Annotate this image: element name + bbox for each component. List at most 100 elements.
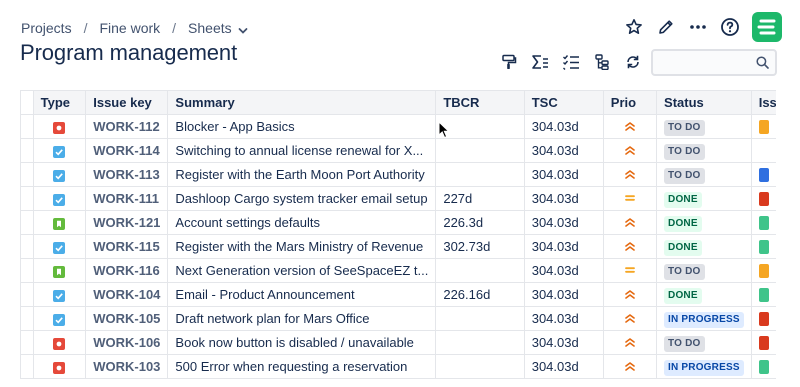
row-gutter[interactable] — [20, 210, 34, 235]
type-cell[interactable] — [32, 138, 87, 163]
prio-cell[interactable] — [602, 354, 658, 379]
type-cell[interactable] — [32, 282, 87, 307]
status-cell[interactable]: DONE — [656, 234, 752, 259]
status-cell[interactable]: TO DO — [656, 138, 752, 163]
type-cell[interactable] — [32, 114, 87, 139]
tsc-cell[interactable]: 304.03d — [523, 354, 604, 379]
tsc-cell[interactable]: 304.03d — [523, 186, 604, 211]
status-cell[interactable]: TO DO — [656, 162, 752, 187]
column-header-issue-key[interactable]: Issue key — [85, 90, 169, 115]
issue-key-cell[interactable]: WORK-115 — [85, 234, 169, 259]
tbcr-cell[interactable]: 226.3d — [435, 210, 525, 235]
summary-cell[interactable]: Switching to annual license renewal for … — [167, 138, 437, 163]
status-cell[interactable]: TO DO — [656, 330, 752, 355]
table-row[interactable]: WORK-116 Next Generation version of SeeSp… — [20, 258, 800, 283]
prio-cell[interactable] — [602, 186, 658, 211]
tsc-cell[interactable]: 304.03d — [523, 210, 604, 235]
tsc-cell[interactable]: 304.03d — [523, 234, 604, 259]
table-row[interactable]: WORK-112 Blocker - App Basics 304.03d TO DO — [20, 114, 800, 139]
issue-key-cell[interactable]: WORK-104 — [85, 282, 169, 307]
row-gutter[interactable] — [20, 306, 34, 331]
column-header-prio[interactable]: Prio — [602, 90, 658, 115]
prio-cell[interactable] — [602, 210, 658, 235]
tsc-cell[interactable]: 304.03d — [523, 114, 604, 139]
search-icon[interactable] — [756, 56, 769, 74]
table-row[interactable]: WORK-111 Dashloop Cargo system tracker em… — [20, 186, 800, 211]
prio-cell[interactable] — [602, 234, 658, 259]
prio-cell[interactable] — [602, 138, 658, 163]
prio-cell[interactable] — [602, 306, 658, 331]
column-header-summary[interactable]: Summary — [167, 90, 437, 115]
issue-key-cell[interactable]: WORK-105 — [85, 306, 169, 331]
row-gutter[interactable] — [20, 138, 34, 163]
tbcr-cell[interactable] — [435, 330, 525, 355]
status-cell[interactable]: IN PROGRESS — [656, 354, 752, 379]
table-row[interactable]: WORK-104 Email - Product Announcement 226.… — [20, 282, 800, 307]
column-header-type[interactable]: Type — [32, 90, 87, 115]
table-row[interactable]: WORK-114 Switching to annual license rene… — [20, 138, 800, 163]
prio-cell[interactable] — [602, 330, 658, 355]
format-painter-icon[interactable] — [498, 51, 520, 73]
summary-cell[interactable]: Next Generation version of SeeSpaceEZ t.… — [167, 258, 437, 283]
tsc-cell[interactable]: 304.03d — [523, 306, 604, 331]
summary-cell[interactable]: Dashloop Cargo system tracker email setu… — [167, 186, 437, 211]
issue-key-cell[interactable]: WORK-111 — [85, 186, 169, 211]
issue-key-cell[interactable]: WORK-116 — [85, 258, 169, 283]
status-cell[interactable]: DONE — [656, 186, 752, 211]
checklist-icon[interactable] — [560, 51, 582, 73]
prio-cell[interactable] — [602, 258, 658, 283]
issue-key-cell[interactable]: WORK-103 — [85, 354, 169, 379]
prio-cell[interactable] — [602, 114, 658, 139]
row-gutter[interactable] — [20, 114, 34, 139]
row-gutter[interactable] — [20, 330, 34, 355]
table-row[interactable]: WORK-113 Register with the Earth Moon Por… — [20, 162, 800, 187]
breadcrumb-fine-work[interactable]: Fine work — [99, 20, 160, 36]
breadcrumb-sheets[interactable]: Sheets — [188, 20, 232, 36]
status-cell[interactable]: DONE — [656, 282, 752, 307]
type-cell[interactable] — [32, 330, 87, 355]
tbcr-cell[interactable] — [435, 354, 525, 379]
type-cell[interactable] — [32, 354, 87, 379]
row-gutter[interactable] — [20, 162, 34, 187]
type-cell[interactable] — [32, 186, 87, 211]
search-input[interactable] — [653, 51, 753, 74]
status-cell[interactable]: DONE — [656, 210, 752, 235]
summary-cell[interactable]: Blocker - App Basics — [167, 114, 437, 139]
issue-key-cell[interactable]: WORK-112 — [85, 114, 169, 139]
search-field[interactable] — [651, 49, 777, 76]
edit-icon[interactable] — [654, 15, 678, 39]
help-icon[interactable] — [718, 15, 742, 39]
issue-key-cell[interactable]: WORK-113 — [85, 162, 169, 187]
tbcr-cell[interactable] — [435, 306, 525, 331]
column-header-status[interactable]: Status — [656, 90, 752, 115]
row-gutter[interactable] — [20, 354, 34, 379]
tbcr-cell[interactable]: 302.73d — [435, 234, 525, 259]
sum-icon[interactable] — [529, 51, 551, 73]
summary-cell[interactable]: Register with the Mars Ministry of Reven… — [167, 234, 437, 259]
row-gutter[interactable] — [20, 234, 34, 259]
tbcr-cell[interactable]: 226.16d — [435, 282, 525, 307]
table-row[interactable]: WORK-106 Book now button is disabled / un… — [20, 330, 800, 355]
prio-cell[interactable] — [602, 282, 658, 307]
issue-key-cell[interactable]: WORK-121 — [85, 210, 169, 235]
tsc-cell[interactable]: 304.03d — [523, 138, 604, 163]
more-icon[interactable] — [686, 15, 710, 39]
tsc-cell[interactable]: 304.03d — [523, 282, 604, 307]
hierarchy-icon[interactable] — [591, 51, 613, 73]
table-row[interactable]: WORK-105 Draft network plan for Mars Offi… — [20, 306, 800, 331]
summary-cell[interactable]: Email - Product Announcement — [167, 282, 437, 307]
row-gutter[interactable] — [20, 282, 34, 307]
summary-cell[interactable]: Draft network plan for Mars Office — [167, 306, 437, 331]
app-logo[interactable] — [752, 12, 782, 42]
breadcrumb-projects[interactable]: Projects — [21, 20, 72, 36]
summary-cell[interactable]: 500 Error when requesting a reservation — [167, 354, 437, 379]
tsc-cell[interactable]: 304.03d — [523, 330, 604, 355]
column-header-tsc[interactable]: TSC — [523, 90, 604, 115]
summary-cell[interactable]: Account settings defaults — [167, 210, 437, 235]
type-cell[interactable] — [32, 306, 87, 331]
table-row[interactable]: WORK-103 500 Error when requesting a rese… — [20, 354, 800, 379]
tbcr-cell[interactable] — [435, 258, 525, 283]
status-cell[interactable]: TO DO — [656, 258, 752, 283]
row-gutter[interactable] — [20, 186, 34, 211]
summary-cell[interactable]: Book now button is disabled / unavailabl… — [167, 330, 437, 355]
